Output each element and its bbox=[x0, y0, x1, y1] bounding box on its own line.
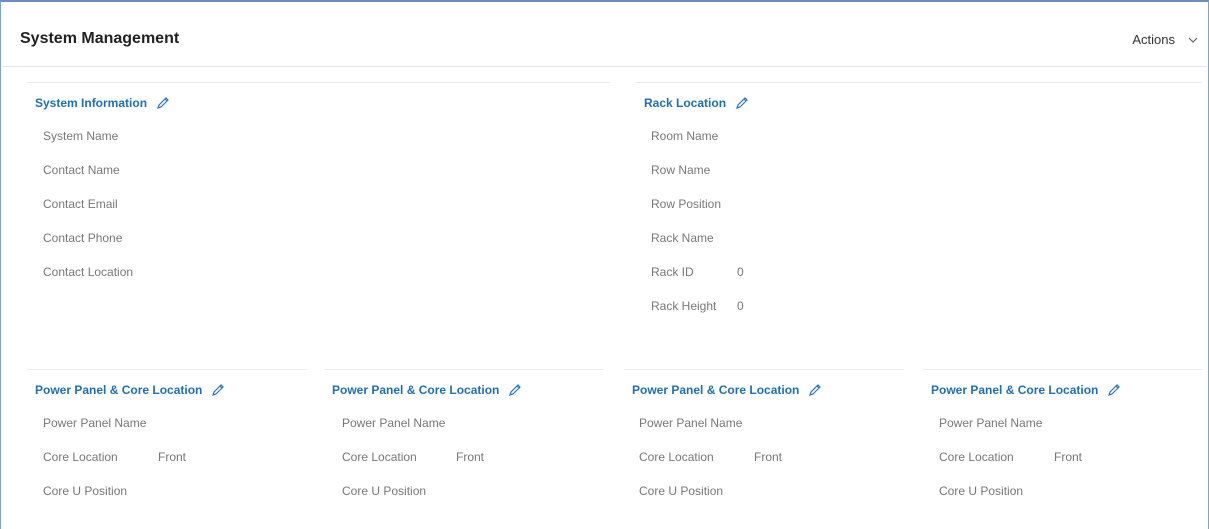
field-label: Rack Height bbox=[651, 299, 717, 313]
section-title-wrap: Power Panel & Core Location bbox=[332, 382, 523, 398]
chevron-down-icon bbox=[1188, 37, 1198, 43]
rack-height-value: 0 bbox=[737, 299, 744, 313]
section-title: Power Panel & Core Location bbox=[332, 383, 500, 397]
section-title: Power Panel & Core Location bbox=[931, 383, 1099, 397]
field-label: Contact Email bbox=[43, 197, 118, 211]
field-label: Contact Name bbox=[43, 163, 120, 177]
pencil-icon[interactable] bbox=[507, 382, 523, 398]
core-location-label: Core Location bbox=[342, 450, 417, 464]
section-title: Rack Location bbox=[644, 96, 727, 110]
field-label: Room Name bbox=[651, 129, 719, 143]
page-header: System Management Actions bbox=[2, 4, 1207, 67]
field-label: Contact Phone bbox=[43, 231, 123, 245]
pencil-icon[interactable] bbox=[155, 95, 171, 111]
core-location-label: Core Location bbox=[639, 450, 714, 464]
pencil-icon[interactable] bbox=[210, 382, 226, 398]
power-panel-section-1: Power Panel & Core Location Power Panel … bbox=[27, 369, 307, 520]
field-label: Row Position bbox=[651, 197, 722, 211]
section-title-wrap: Power Panel & Core Location bbox=[931, 382, 1122, 398]
core-location-label: Core Location bbox=[43, 450, 118, 464]
section-title: Power Panel & Core Location bbox=[632, 383, 800, 397]
section-title-wrap: Power Panel & Core Location bbox=[632, 382, 823, 398]
actions-dropdown[interactable]: Actions bbox=[1132, 32, 1199, 47]
app-frame: System Management Actions System Informa… bbox=[0, 0, 1209, 529]
core-location-value: Front bbox=[456, 450, 485, 464]
power-panel-name-label: Power Panel Name bbox=[639, 416, 743, 430]
core-u-position-label: Core U Position bbox=[43, 484, 128, 498]
power-panel-section-4: Power Panel & Core Location Power Panel … bbox=[923, 369, 1203, 520]
section-title-wrap: Power Panel & Core Location bbox=[35, 382, 226, 398]
power-panel-name-label: Power Panel Name bbox=[342, 416, 446, 430]
core-location-value: Front bbox=[158, 450, 187, 464]
core-u-position-label: Core U Position bbox=[342, 484, 427, 498]
section-title: System Information bbox=[35, 96, 148, 110]
pencil-icon[interactable] bbox=[1106, 382, 1122, 398]
core-location-value: Front bbox=[754, 450, 783, 464]
core-location-label: Core Location bbox=[939, 450, 1014, 464]
field-label: Contact Location bbox=[43, 265, 134, 279]
field-label: Rack Name bbox=[651, 231, 714, 245]
power-panel-name-label: Power Panel Name bbox=[939, 416, 1043, 430]
pencil-icon[interactable] bbox=[807, 382, 823, 398]
field-label: Row Name bbox=[651, 163, 711, 177]
power-panel-section-2: Power Panel & Core Location Power Panel … bbox=[324, 369, 604, 520]
system-information-section: System Information System Name Contact N… bbox=[27, 82, 611, 353]
core-u-position-label: Core U Position bbox=[939, 484, 1024, 498]
power-panel-name-label: Power Panel Name bbox=[43, 416, 147, 430]
rack-location-section: Rack Location Room Name Row Name Row Pos… bbox=[636, 82, 1202, 353]
rack-id-value: 0 bbox=[737, 265, 744, 279]
field-label: Rack ID bbox=[651, 265, 694, 279]
core-location-value: Front bbox=[1054, 450, 1083, 464]
pencil-icon[interactable] bbox=[734, 95, 750, 111]
power-panel-section-3: Power Panel & Core Location Power Panel … bbox=[624, 369, 904, 520]
section-title-wrap: System Information bbox=[35, 95, 171, 111]
section-title: Power Panel & Core Location bbox=[35, 383, 203, 397]
field-label: System Name bbox=[43, 129, 119, 143]
page-title: System Management bbox=[20, 30, 180, 47]
core-u-position-label: Core U Position bbox=[639, 484, 724, 498]
section-title-wrap: Rack Location bbox=[644, 95, 750, 111]
actions-label: Actions bbox=[1132, 32, 1175, 47]
